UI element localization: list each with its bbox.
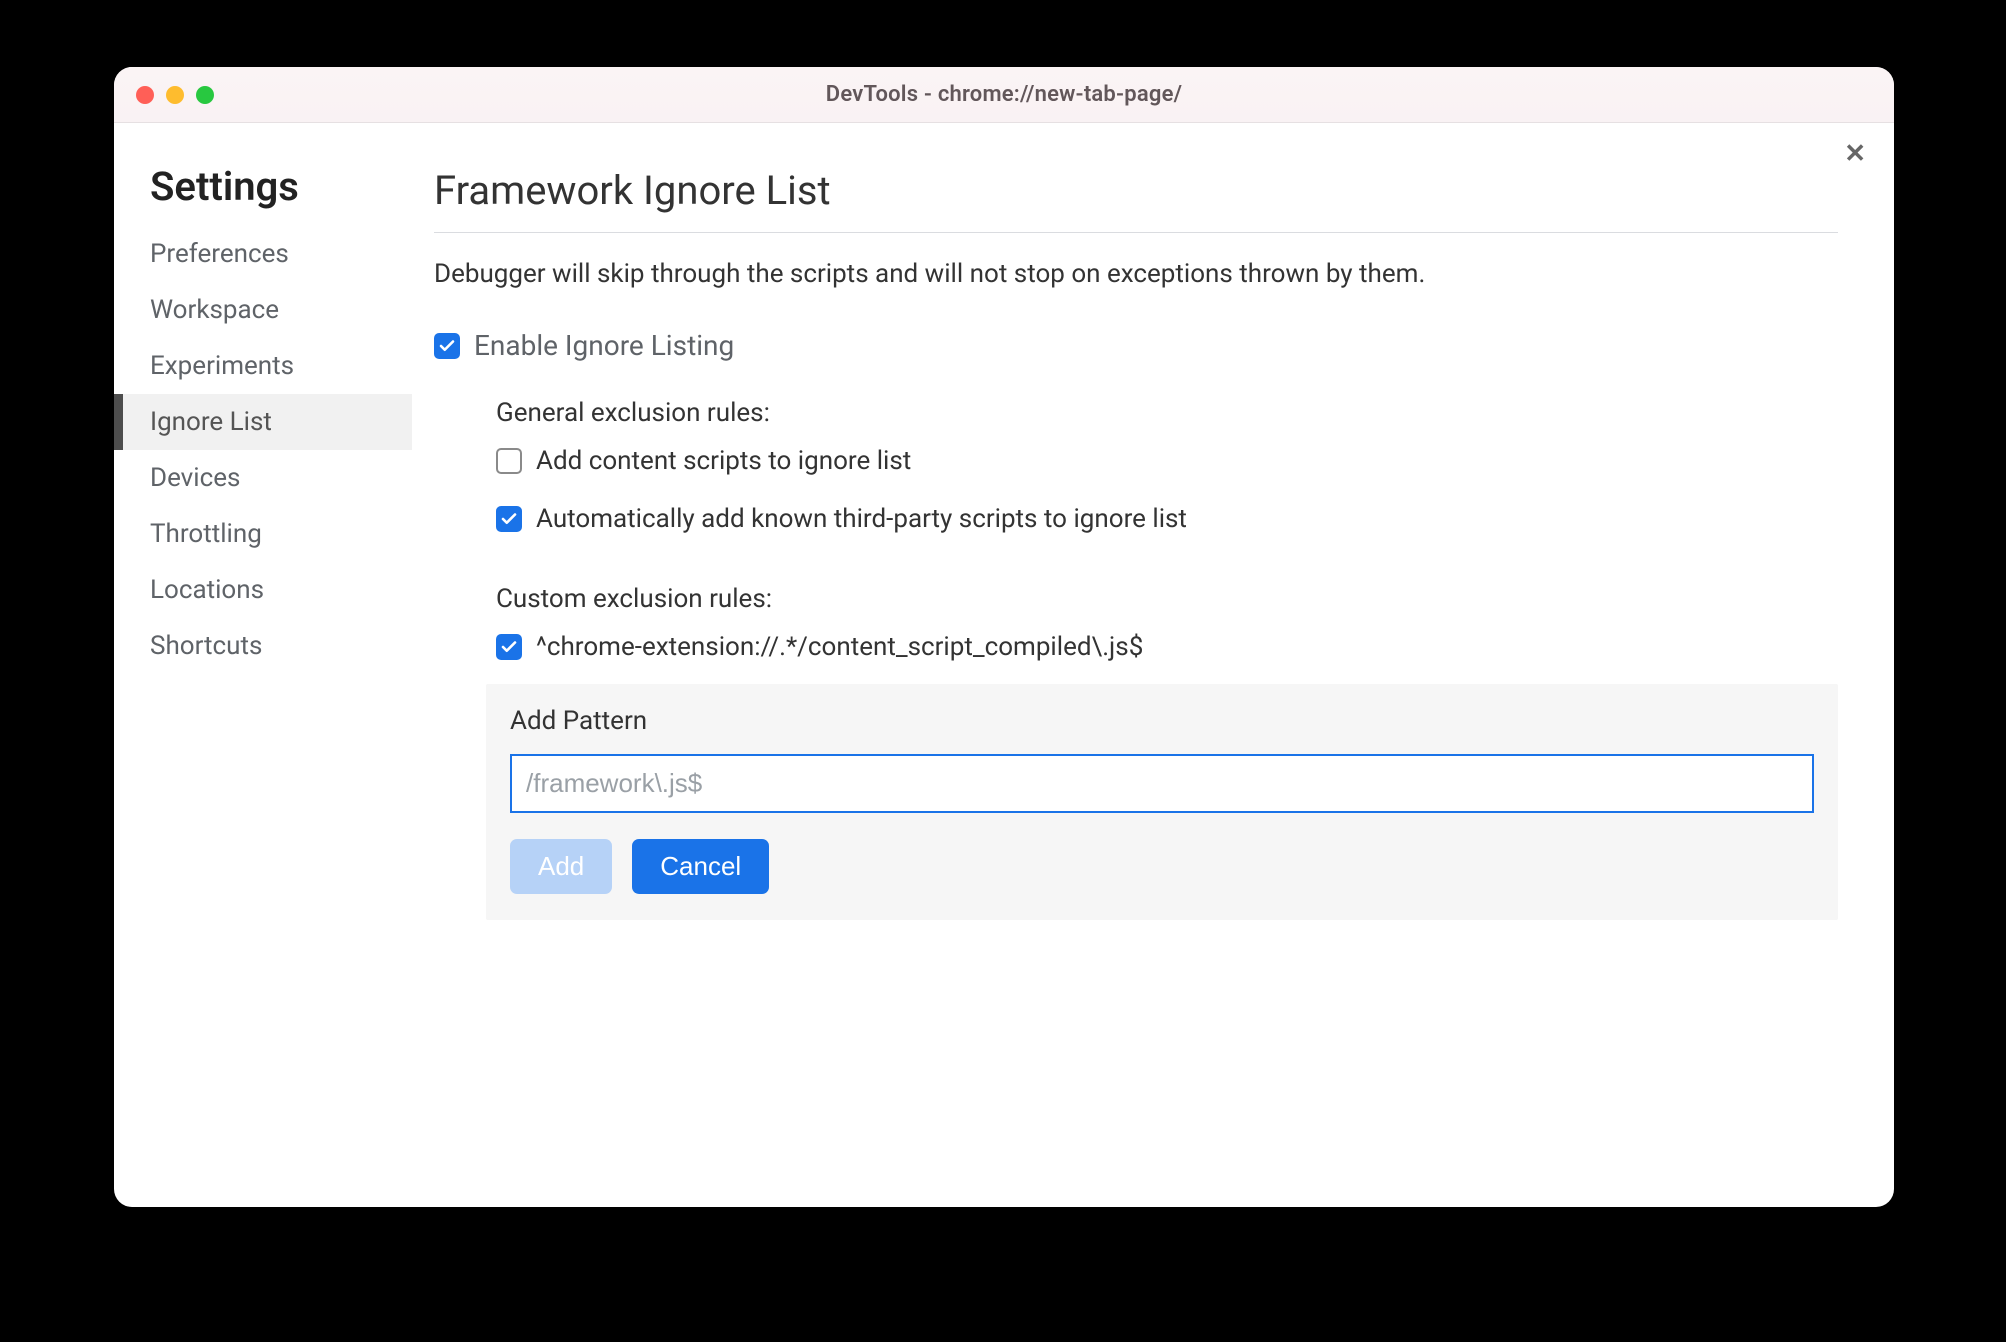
- content-scripts-label: Add content scripts to ignore list: [536, 446, 911, 476]
- check-icon: [500, 510, 518, 528]
- sidebar-item-locations[interactable]: Locations: [114, 562, 412, 618]
- window-close-button[interactable]: [136, 86, 154, 104]
- settings-main-panel: Framework Ignore List Debugger will skip…: [412, 123, 1894, 1207]
- general-rule-row: Automatically add known third-party scri…: [496, 504, 1838, 534]
- third-party-scripts-checkbox[interactable]: [496, 506, 522, 532]
- custom-rule-row: ^chrome-extension://.*/content_script_co…: [496, 632, 1838, 662]
- custom-rule-label: ^chrome-extension://.*/content_script_co…: [536, 632, 1143, 662]
- page-description: Debugger will skip through the scripts a…: [434, 259, 1838, 289]
- check-icon: [500, 638, 518, 656]
- enable-ignore-listing-label: Enable Ignore Listing: [474, 329, 734, 362]
- enable-ignore-listing-row: Enable Ignore Listing: [434, 329, 1838, 362]
- check-icon: [438, 337, 456, 355]
- add-pattern-title: Add Pattern: [510, 706, 1814, 736]
- sidebar-item-workspace[interactable]: Workspace: [114, 282, 412, 338]
- general-exclusion-heading: General exclusion rules:: [496, 398, 1838, 428]
- add-pattern-box: Add Pattern Add Cancel: [486, 684, 1838, 920]
- third-party-scripts-label: Automatically add known third-party scri…: [536, 504, 1187, 534]
- window-traffic-lights: [136, 86, 214, 104]
- page-title: Framework Ignore List: [434, 167, 1838, 233]
- sidebar-item-throttling[interactable]: Throttling: [114, 506, 412, 562]
- sidebar-item-preferences[interactable]: Preferences: [114, 226, 412, 282]
- general-rule-row: Add content scripts to ignore list: [496, 446, 1838, 476]
- custom-exclusion-heading: Custom exclusion rules:: [496, 584, 1838, 614]
- content-scripts-checkbox[interactable]: [496, 448, 522, 474]
- devtools-settings-window: DevTools - chrome://new-tab-page/ ✕ Sett…: [114, 67, 1894, 1207]
- settings-content: ✕ Settings Preferences Workspace Experim…: [114, 123, 1894, 1207]
- window-zoom-button[interactable]: [196, 86, 214, 104]
- sidebar-item-devices[interactable]: Devices: [114, 450, 412, 506]
- cancel-button[interactable]: Cancel: [632, 839, 769, 894]
- general-exclusion-section: General exclusion rules: Add content scr…: [496, 398, 1838, 534]
- custom-exclusion-section: Custom exclusion rules: ^chrome-extensio…: [496, 584, 1838, 662]
- close-icon[interactable]: ✕: [1844, 141, 1866, 167]
- settings-sidebar-title: Settings: [114, 163, 412, 226]
- add-pattern-buttons: Add Cancel: [510, 839, 1814, 894]
- settings-sidebar: Settings Preferences Workspace Experimen…: [114, 123, 412, 1207]
- window-titlebar: DevTools - chrome://new-tab-page/: [114, 67, 1894, 123]
- enable-ignore-listing-checkbox[interactable]: [434, 333, 460, 359]
- sidebar-item-experiments[interactable]: Experiments: [114, 338, 412, 394]
- add-button[interactable]: Add: [510, 839, 612, 894]
- sidebar-item-shortcuts[interactable]: Shortcuts: [114, 618, 412, 674]
- add-pattern-input[interactable]: [510, 754, 1814, 813]
- window-minimize-button[interactable]: [166, 86, 184, 104]
- sidebar-item-ignore-list[interactable]: Ignore List: [114, 394, 412, 450]
- window-title: DevTools - chrome://new-tab-page/: [826, 82, 1182, 107]
- custom-rule-checkbox[interactable]: [496, 634, 522, 660]
